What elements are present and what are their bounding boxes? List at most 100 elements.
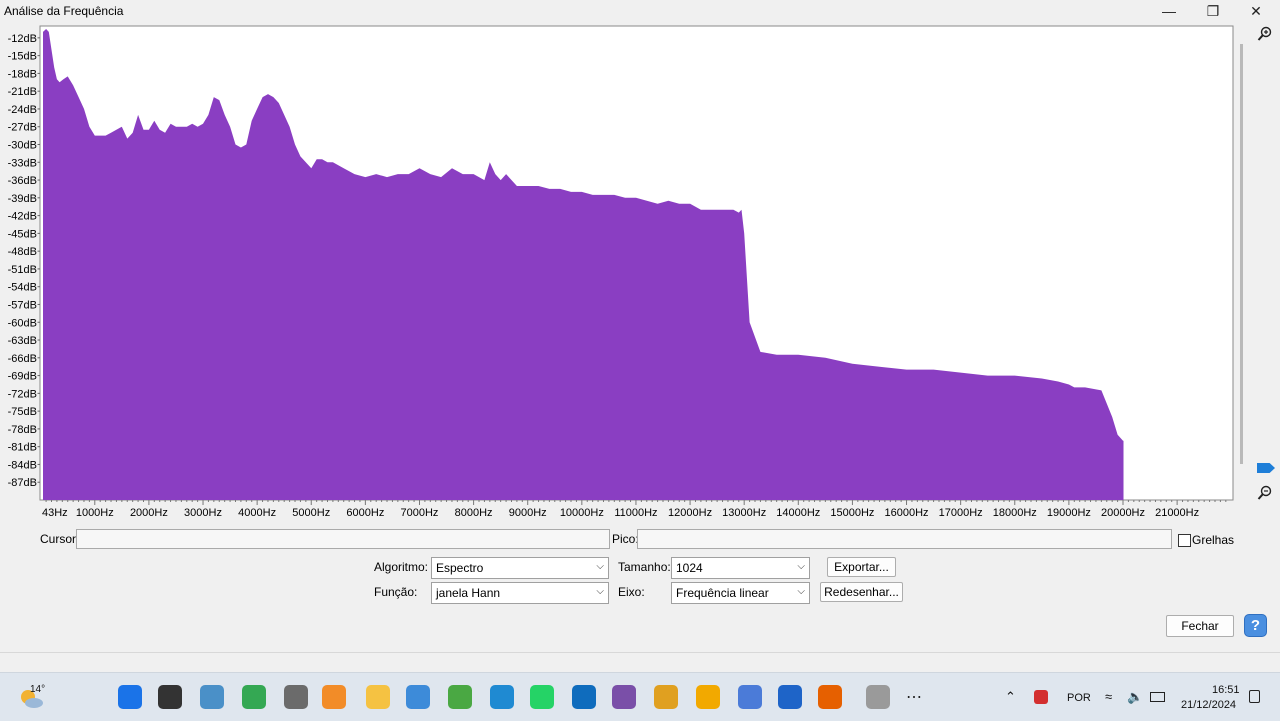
chevron-down-icon: ⌵	[797, 586, 805, 597]
start-icon[interactable]	[118, 685, 142, 709]
title-bar: Análise da Frequência — ❐ ✕	[0, 0, 1280, 22]
x-tick-label: 6000Hz	[346, 507, 384, 519]
y-tick-label: -39dB	[8, 193, 37, 205]
network-app-icon[interactable]	[406, 685, 430, 709]
chevron-down-icon: ⌵	[596, 586, 604, 597]
file-explorer-icon[interactable]	[366, 685, 390, 709]
battery-icon[interactable]	[1150, 692, 1165, 702]
y-tick-label: -72dB	[8, 388, 37, 400]
document-icon[interactable]	[866, 685, 890, 709]
help-app-icon[interactable]	[490, 685, 514, 709]
language-indicator[interactable]: POR	[1067, 692, 1091, 704]
y-tick-label: -81dB	[8, 442, 37, 454]
media-player-icon[interactable]	[322, 685, 346, 709]
plane-app-icon[interactable]	[738, 685, 762, 709]
close-window-button[interactable]: ✕	[1233, 0, 1279, 22]
chrome-icon[interactable]	[242, 685, 266, 709]
grid-label: Grelhas	[1192, 533, 1235, 547]
export-button[interactable]: Exportar...	[827, 557, 896, 577]
x-tick-label: 7000Hz	[401, 507, 439, 519]
zoom-in-icon[interactable]	[1257, 26, 1273, 42]
axis-label: Eixo:	[618, 585, 645, 599]
axis-value: Frequência linear	[676, 586, 769, 600]
tray-app-icon[interactable]	[1034, 690, 1048, 704]
spectrum-chart[interactable]: -12dB -15dB -18dB -21dB -24dB -27dB -30dB -33dB…	[0, 22, 1240, 522]
window-title: Análise da Frequência	[4, 4, 124, 18]
x-tick-label: 9000Hz	[509, 507, 547, 519]
chevron-up-icon[interactable]: ⌃	[1005, 689, 1016, 705]
a-app-icon[interactable]	[778, 685, 802, 709]
y-tick-label: -48dB	[8, 246, 37, 258]
chevron-down-icon: ⌵	[797, 561, 805, 572]
y-tick-label: -51dB	[8, 264, 37, 276]
x-tick-label: 4000Hz	[238, 507, 276, 519]
redraw-button[interactable]: Redesenhar...	[820, 582, 903, 602]
y-tick-label: -87dB	[8, 477, 37, 489]
x-tick-label: 3000Hz	[184, 507, 222, 519]
calculator-icon[interactable]	[284, 685, 308, 709]
audacity-icon[interactable]	[696, 685, 720, 709]
function-label: Função:	[374, 585, 418, 599]
axis-select[interactable]: Frequência linear ⌵	[671, 582, 810, 604]
chevron-down-icon: ⌵	[596, 561, 604, 572]
taskbar: 14° ⋯ ⌃ POR ≈ 🔈 16:51 21/12/2024	[0, 672, 1280, 721]
x-tick-label: 5000Hz	[292, 507, 330, 519]
cursor-field	[76, 529, 610, 549]
grid-checkbox[interactable]	[1178, 534, 1191, 547]
maximize-button[interactable]: ❐	[1190, 0, 1236, 22]
y-tick-label: -84dB	[8, 459, 37, 471]
x-tick-label: 14000Hz	[776, 507, 820, 519]
firefox-icon[interactable]	[818, 685, 842, 709]
help-button[interactable]: ?	[1244, 614, 1267, 637]
notification-icon[interactable]	[1249, 690, 1260, 703]
minimize-button[interactable]: —	[1146, 0, 1192, 22]
y-tick-label: -75dB	[8, 406, 37, 418]
size-value: 1024	[676, 561, 703, 575]
media-app-icon[interactable]	[654, 685, 678, 709]
algorithm-value: Espectro	[436, 561, 484, 575]
weather-widget[interactable]: 14°	[16, 683, 46, 711]
control-panel-icon[interactable]	[200, 685, 224, 709]
x-tick-label: 13000Hz	[722, 507, 766, 519]
clock-time[interactable]: 16:51	[1212, 684, 1240, 696]
x-tick-label: 18000Hz	[993, 507, 1037, 519]
peak-field	[637, 529, 1172, 549]
whatsapp-icon[interactable]	[530, 685, 554, 709]
function-select[interactable]: janela Hann ⌵	[431, 582, 609, 604]
x-tick-label: 20000Hz	[1101, 507, 1145, 519]
x-tick-label: 11000Hz	[614, 507, 657, 519]
y-tick-label: -69dB	[8, 371, 37, 383]
size-select[interactable]: 1024 ⌵	[671, 557, 810, 579]
y-tick-label: -66dB	[8, 353, 37, 365]
search-icon[interactable]	[158, 685, 182, 709]
algorithm-label: Algoritmo:	[374, 560, 429, 574]
outlook-icon[interactable]	[572, 685, 596, 709]
x-tick-label: 15000Hz	[830, 507, 874, 519]
y-tick-label: -33dB	[8, 157, 37, 169]
weather-temp: 14°	[30, 684, 46, 695]
x-tick-label: 19000Hz	[1047, 507, 1091, 519]
y-tick-label: -45dB	[8, 228, 37, 240]
utorrent-icon[interactable]	[448, 685, 472, 709]
status-bar	[0, 652, 1280, 673]
volume-icon[interactable]: 🔈	[1127, 689, 1143, 705]
zoom-out-icon[interactable]	[1257, 485, 1273, 501]
y-tick-label: -42dB	[8, 211, 37, 223]
algorithm-select[interactable]: Espectro ⌵	[431, 557, 609, 579]
x-tick-label: 2000Hz	[130, 507, 168, 519]
zoom-slider-track[interactable]	[1240, 44, 1243, 464]
y-tick-label: -24dB	[8, 104, 37, 116]
y-tick-label: -21dB	[8, 86, 37, 98]
more-apps-icon[interactable]: ⋯	[906, 687, 922, 707]
y-tick-label: -30dB	[8, 140, 37, 152]
zoom-slider-thumb[interactable]	[1257, 463, 1275, 473]
wifi-icon[interactable]: ≈	[1105, 689, 1112, 704]
y-tick-label: -15dB	[8, 51, 37, 63]
audio-app-icon[interactable]	[612, 685, 636, 709]
x-tick-label: 1000Hz	[76, 507, 114, 519]
y-tick-label: -57dB	[8, 299, 37, 311]
y-tick-label: -60dB	[8, 317, 37, 329]
y-tick-label: -54dB	[8, 282, 37, 294]
clock-date[interactable]: 21/12/2024	[1181, 699, 1236, 711]
close-button[interactable]: Fechar	[1166, 615, 1234, 637]
